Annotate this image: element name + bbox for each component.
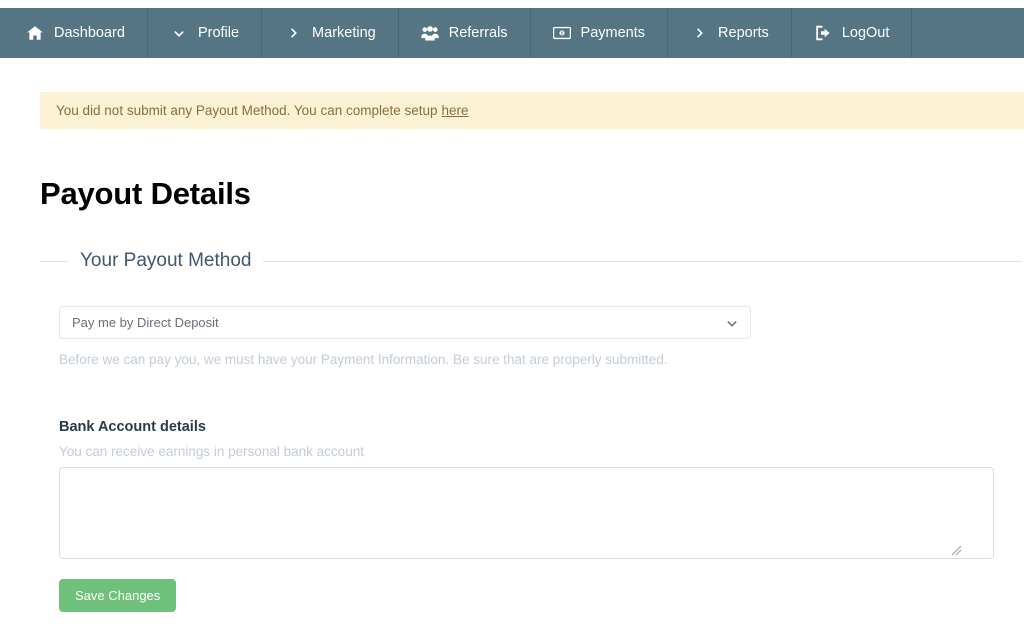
nav-item-label: Referrals <box>448 25 508 41</box>
payout-method-selected-value: Pay me by Direct Deposit <box>72 315 219 330</box>
alert-setup-link[interactable]: here <box>442 103 469 118</box>
fieldset-legend-row: Your Payout Method <box>40 250 1022 272</box>
chevron-down-icon <box>170 24 188 42</box>
legend-rule-left <box>40 260 68 262</box>
nav-item-label: Marketing <box>312 25 376 41</box>
nav-item-profile[interactable]: Profile <box>148 8 263 58</box>
bank-account-subtitle: You can receive earnings in personal ban… <box>59 444 364 459</box>
nav-item-logout[interactable]: LogOut <box>792 8 913 58</box>
page-title: Payout Details <box>40 175 251 211</box>
chevron-right-icon <box>284 24 302 42</box>
nav-item-label: Profile <box>197 25 240 41</box>
payout-method-select[interactable]: Pay me by Direct Deposit <box>59 306 751 339</box>
payout-method-alert: You did not submit any Payout Method. Yo… <box>40 92 1024 129</box>
nav-item-label: LogOut <box>841 25 890 41</box>
nav-item-referrals[interactable]: Referrals <box>399 8 531 58</box>
payout-method-select-wrapper: Pay me by Direct Deposit <box>59 306 751 339</box>
home-icon <box>26 24 44 42</box>
legend-rule-right <box>263 260 1022 262</box>
fieldset-legend: Your Payout Method <box>80 250 252 271</box>
users-group-icon <box>421 24 439 42</box>
chevron-right-icon <box>690 24 708 42</box>
nav-item-reports[interactable]: Reports <box>668 8 792 58</box>
nav-item-label: Payments <box>580 25 646 41</box>
alert-message: You did not submit any Payout Method. Yo… <box>56 103 438 118</box>
nav-item-label: Dashboard <box>54 25 125 41</box>
money-bill-icon <box>552 24 571 42</box>
save-changes-button[interactable]: Save Changes <box>59 579 177 612</box>
nav-item-dashboard[interactable]: Dashboard <box>0 8 148 58</box>
bank-account-title: Bank Account details <box>59 419 206 435</box>
payout-method-fieldset: Your Payout Method <box>40 250 1022 272</box>
navbar-filler <box>912 8 1024 58</box>
payout-method-helper-text: Before we can pay you, we must have your… <box>59 352 668 367</box>
main-navbar: Dashboard Profile Marketing Referrals Pa… <box>0 8 1024 58</box>
nav-item-marketing[interactable]: Marketing <box>262 8 399 58</box>
nav-item-label: Reports <box>718 25 769 41</box>
nav-item-payments[interactable]: Payments <box>531 8 669 58</box>
bank-account-details-textarea[interactable] <box>59 467 994 559</box>
sign-out-icon <box>814 24 832 42</box>
